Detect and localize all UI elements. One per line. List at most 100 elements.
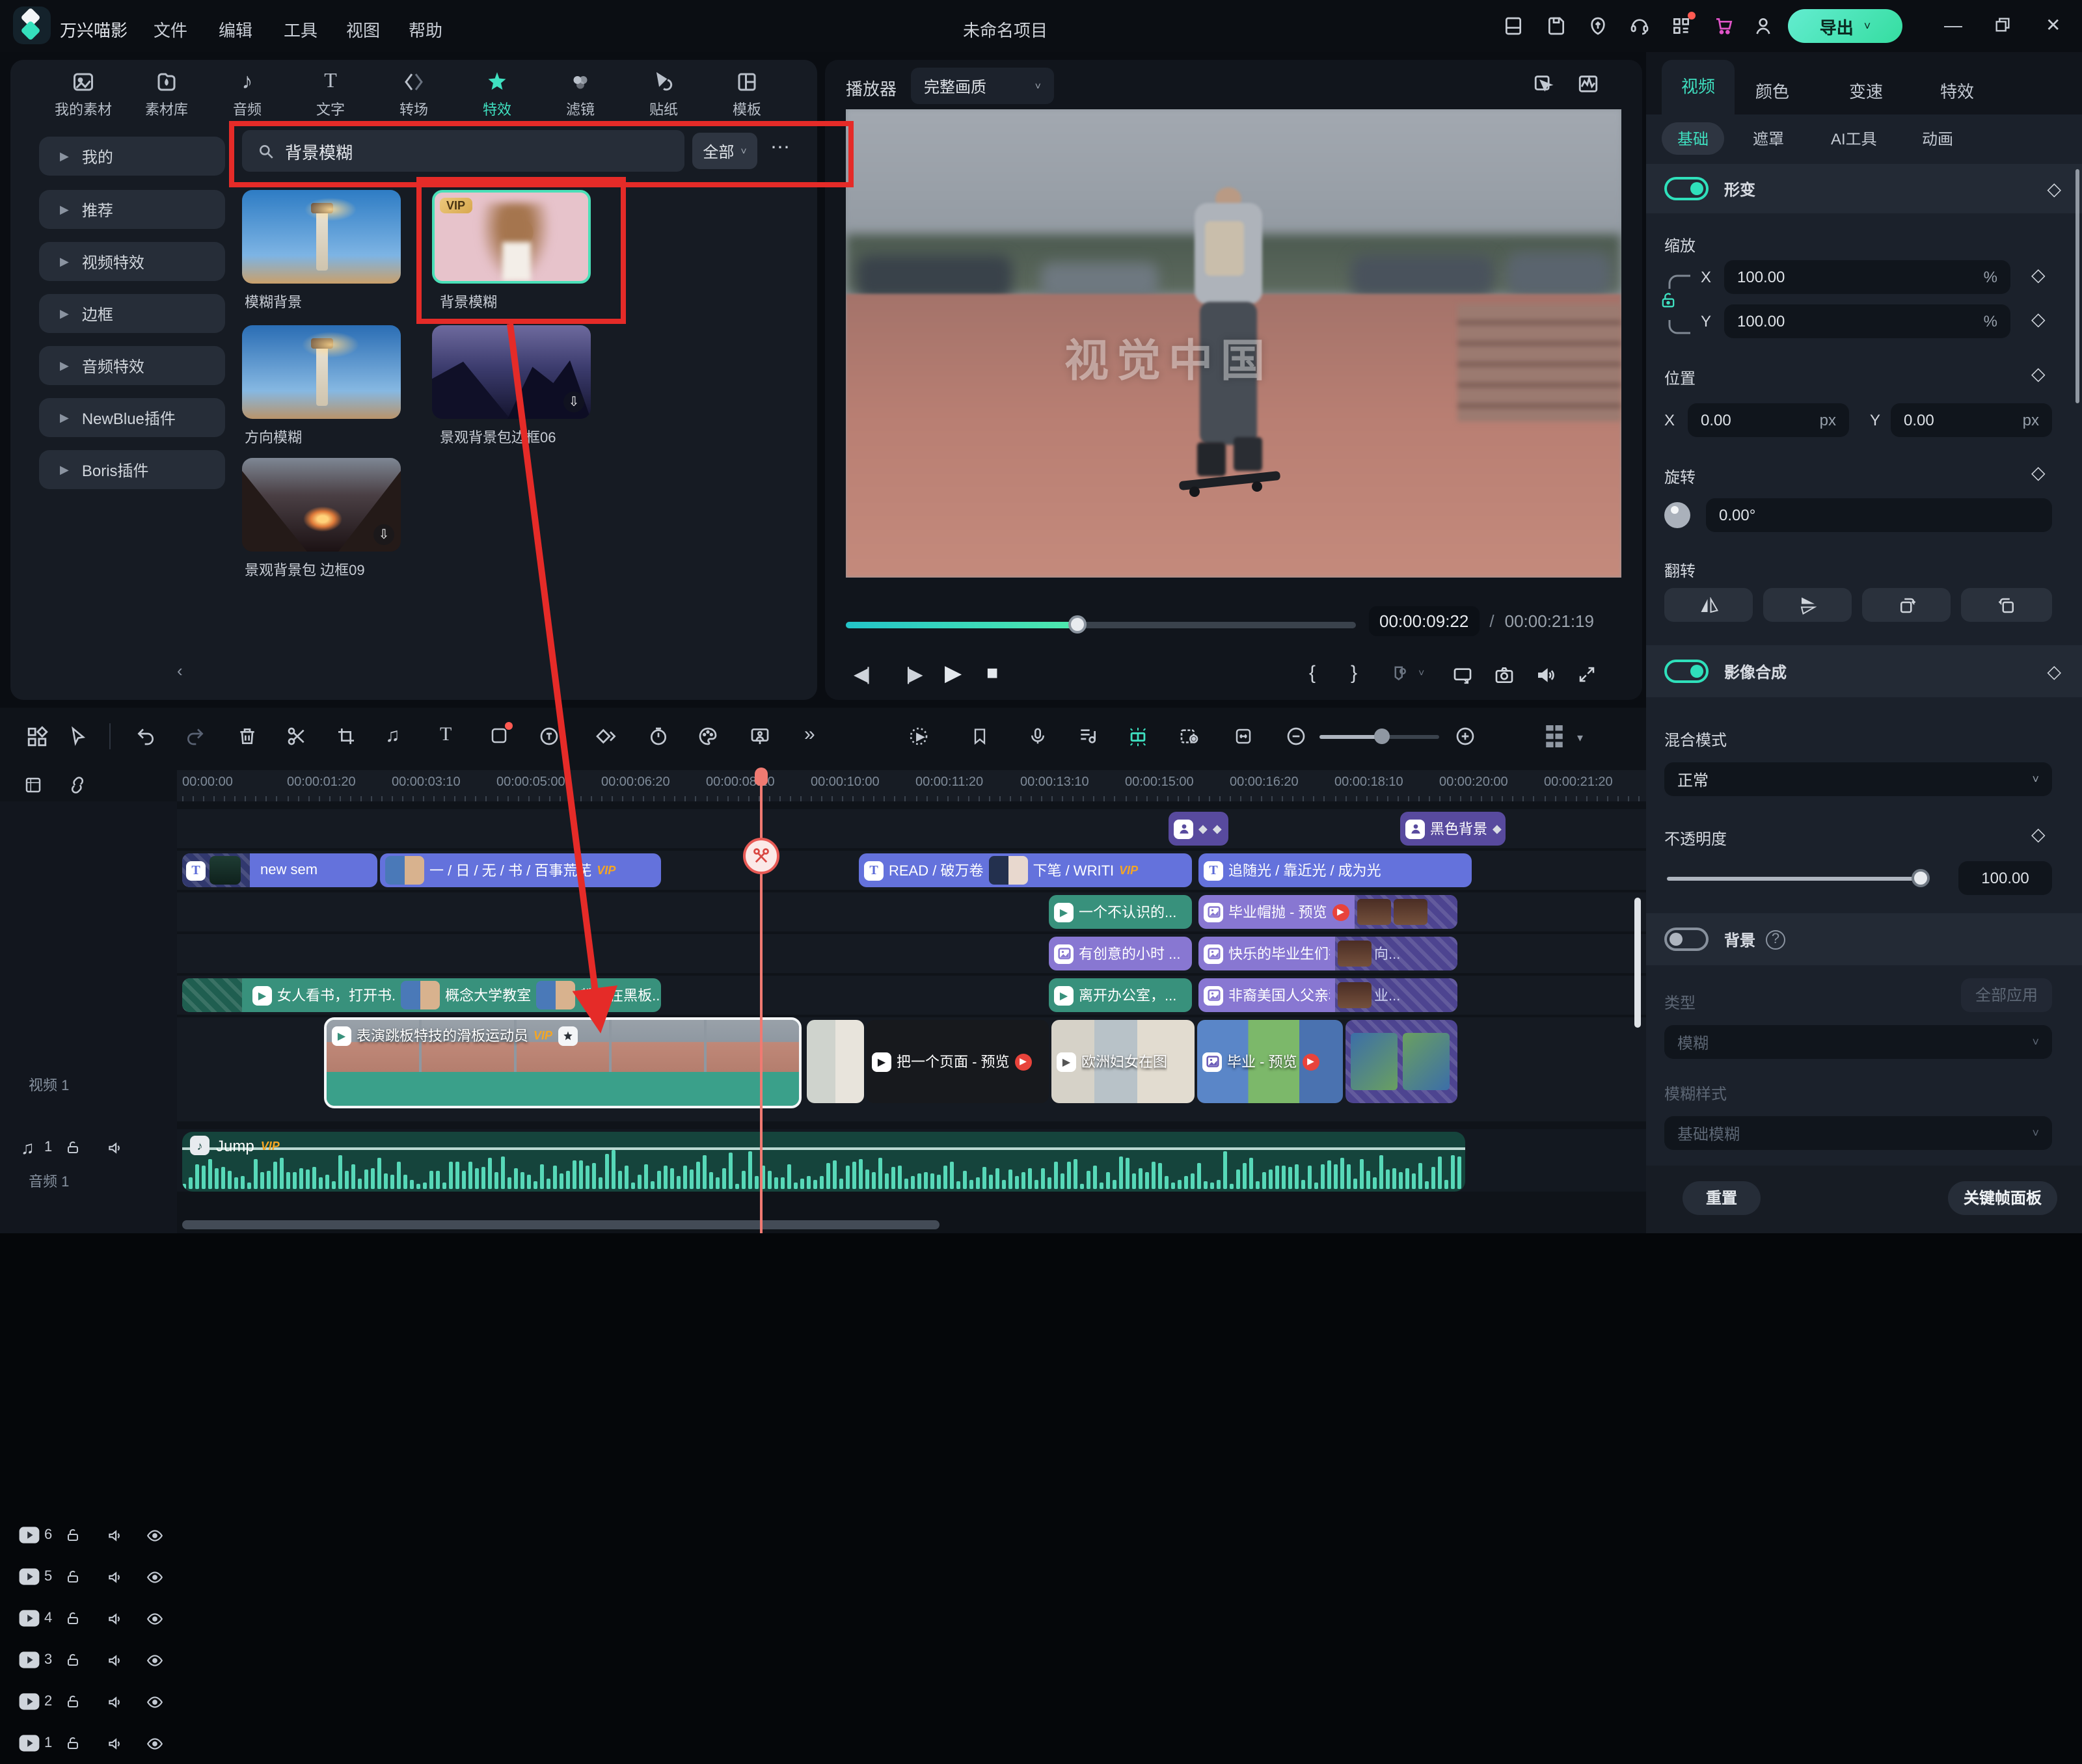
delete-trash-icon[interactable] <box>237 726 258 747</box>
resources-grid-icon[interactable] <box>1671 16 1692 36</box>
transform-toggle[interactable] <box>1664 177 1709 200</box>
mute-speaker-icon[interactable] <box>107 1735 124 1752</box>
lock-icon[interactable] <box>65 1610 81 1626</box>
blend-mode-dropdown[interactable]: 正常 ˅ <box>1664 762 2052 796</box>
color-picker-icon[interactable] <box>1533 73 1555 95</box>
keyframe-diamond-icon[interactable]: ◇ <box>2047 662 2061 680</box>
mute-speaker-icon[interactable] <box>107 1527 124 1544</box>
sidebar-item-video-effects[interactable]: ▶视频特效 <box>39 242 225 281</box>
effect-thumb-landscape-09[interactable]: ⇩ <box>242 458 401 552</box>
search-input[interactable]: 背景模糊 <box>242 130 684 172</box>
clip-video-leaving-office[interactable]: ▶ 离开办公室，... <box>1049 978 1192 1012</box>
tab-my-media[interactable]: 我的素材 <box>47 70 120 120</box>
lock-icon[interactable] <box>65 1652 81 1668</box>
opacity-slider-knob[interactable] <box>1912 869 1930 887</box>
visibility-eye-icon[interactable] <box>146 1527 164 1544</box>
tab-speed[interactable]: 变速 <box>1849 78 1883 103</box>
keyframe-panel-button[interactable]: 关键帧面板 <box>1948 1181 2057 1215</box>
menu-edit[interactable]: 编辑 <box>219 17 252 42</box>
zoom-in-icon[interactable] <box>1455 726 1476 747</box>
subtab-animation[interactable]: 动画 <box>1922 127 1953 150</box>
clip-skateboarder-selected[interactable]: ▶ 表演跳板特技的滑板运动员 VIP <box>324 1017 802 1108</box>
clip-overlay-small[interactable]: ◆◆ <box>1169 812 1228 846</box>
playhead-pin[interactable] <box>755 768 768 786</box>
scope-icon[interactable] <box>1577 73 1599 95</box>
audio-detach-icon[interactable]: ♫ <box>385 725 400 747</box>
undo-icon[interactable] <box>135 726 156 747</box>
tab-stock[interactable]: 素材库 <box>130 70 203 120</box>
restore-button[interactable] <box>1994 16 2012 34</box>
seek-bar-knob[interactable] <box>1068 615 1087 634</box>
magnet-link-icon[interactable] <box>68 775 87 795</box>
clip-title-new-sem[interactable]: T new sem <box>182 853 377 887</box>
display-mode-button[interactable] <box>1452 665 1473 686</box>
help-icon[interactable]: ? <box>1766 929 1785 949</box>
mark-in-button[interactable]: { <box>1309 662 1316 684</box>
text-tool-icon[interactable]: T <box>440 725 452 747</box>
clip-woman-library[interactable]: ▶ 欧洲妇女在图 <box>1051 1020 1195 1103</box>
support-headset-icon[interactable] <box>1629 16 1650 36</box>
color-palette-icon[interactable] <box>697 726 718 747</box>
presenter-icon[interactable] <box>750 726 770 747</box>
pos-x-input[interactable]: 0.00 px <box>1688 403 1849 437</box>
clip-flip-page[interactable]: ▶ 把一个页面 - 预览 ▶ <box>867 1020 1049 1103</box>
effect-thumb-landscape-06[interactable]: ⇩ <box>432 325 591 419</box>
keyframe-diamond-icon[interactable]: ◇ <box>2031 463 2046 481</box>
rotate-ccw-button[interactable] <box>1961 588 2052 622</box>
mark-out-button[interactable]: } <box>1351 662 1357 684</box>
lock-icon[interactable] <box>65 1569 81 1584</box>
video-preview[interactable]: 视觉中国 <box>846 109 1621 578</box>
cart-icon[interactable] <box>1714 16 1735 36</box>
keyframe-diamond-icon[interactable]: ◇ <box>2031 310 2046 328</box>
quality-dropdown[interactable]: 完整画质 ˅ <box>911 68 1054 104</box>
mute-speaker-icon[interactable] <box>107 1610 124 1627</box>
sidebar-item-recommend[interactable]: ▶推荐 <box>39 190 225 229</box>
marker-chevron-icon[interactable]: ˅ <box>1418 667 1424 679</box>
clip-image-happy-grads[interactable]: 快乐的毕业生们把学 向... <box>1198 937 1457 970</box>
close-button[interactable]: ✕ <box>2046 14 2061 36</box>
audio-mixer-icon[interactable] <box>1077 726 1098 747</box>
seek-bar[interactable] <box>846 622 1356 628</box>
timeline-ruler[interactable]: 00:00:0000:00:01:2000:00:03:1000:00:05:0… <box>177 770 1646 801</box>
pos-y-input[interactable]: 0.00 px <box>1891 403 2052 437</box>
clip-image-creative-hours[interactable]: 有创意的小时 ... <box>1049 937 1192 970</box>
sidebar-item-boris[interactable]: ▶Boris插件 <box>39 450 225 489</box>
user-icon[interactable] <box>1753 16 1774 36</box>
compositing-toggle[interactable] <box>1664 660 1709 683</box>
layout-icon[interactable] <box>1503 16 1524 36</box>
tab-stickers[interactable]: 贴纸 <box>632 70 695 120</box>
lock-icon[interactable] <box>65 1140 81 1155</box>
select-cursor-icon[interactable] <box>68 726 88 747</box>
background-toggle[interactable] <box>1664 928 1709 951</box>
tab-text[interactable]: T 文字 <box>299 70 362 120</box>
menu-file[interactable]: 文件 <box>154 17 187 42</box>
visibility-eye-icon[interactable] <box>146 1569 164 1586</box>
tab-filters[interactable]: 滤镜 <box>549 70 612 120</box>
keyframe-marker[interactable]: ◆ <box>1198 822 1208 836</box>
opacity-value-box[interactable]: 100.00 <box>1958 861 2052 895</box>
clip-graduation-preview[interactable]: 毕业 - 预览 ▶ <box>1197 1020 1343 1103</box>
effect-thumb-bg-blur[interactable]: VIP <box>432 190 591 284</box>
subtab-basic[interactable]: 基础 <box>1662 122 1724 155</box>
bg-type-dropdown[interactable]: 模糊 ˅ <box>1664 1025 2052 1059</box>
clip-title-read-write[interactable]: T READ / 破万卷 下笔 / WRITI VIP <box>859 853 1192 887</box>
visibility-eye-icon[interactable] <box>146 1735 164 1752</box>
track-manager-icon[interactable] <box>1543 723 1565 749</box>
volume-button[interactable] <box>1535 665 1556 686</box>
track-manager-chevron-icon[interactable]: ▾ <box>1577 731 1583 745</box>
marker-button[interactable] <box>1390 665 1409 684</box>
mask-tool-icon[interactable] <box>489 726 509 745</box>
sidebar-item-mine[interactable]: ▶我的 <box>39 137 225 176</box>
mute-speaker-icon[interactable] <box>107 1652 124 1669</box>
clip-black-background[interactable]: 黑色背景 ◆ <box>1400 812 1506 846</box>
scale-y-input[interactable]: 100.00 % <box>1724 304 2010 338</box>
visibility-eye-icon[interactable] <box>146 1694 164 1711</box>
more-tools-icon[interactable]: » <box>804 723 815 745</box>
add-track-icon[interactable] <box>23 775 43 795</box>
keyframe-tool-icon[interactable] <box>593 726 617 747</box>
zoom-out-icon[interactable] <box>1286 726 1306 747</box>
clip-caps-hatched[interactable] <box>1345 1020 1457 1103</box>
lock-icon[interactable] <box>65 1694 81 1709</box>
tab-effects[interactable]: 特效 <box>466 70 528 120</box>
keyframe-diamond-icon[interactable]: ◇ <box>2031 364 2046 382</box>
